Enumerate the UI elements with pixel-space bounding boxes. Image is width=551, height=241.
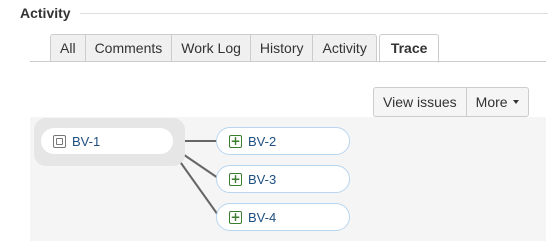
tab-comments[interactable]: Comments xyxy=(85,34,173,62)
trace-actions: View issues More xyxy=(373,87,529,117)
caret-down-icon xyxy=(512,100,519,105)
node-key: BV-2 xyxy=(248,133,277,149)
add-icon: + xyxy=(229,133,242,148)
section-divider xyxy=(80,13,548,14)
trace-node-root[interactable]: BV-1 xyxy=(41,128,173,154)
node-key: BV-3 xyxy=(248,171,277,187)
view-issues-button[interactable]: View issues xyxy=(373,87,467,117)
trace-node-child[interactable]: + BV-4 xyxy=(216,203,350,231)
view-issues-label: View issues xyxy=(383,94,457,110)
node-key: BV-4 xyxy=(248,209,277,225)
trace-node-child[interactable]: + BV-3 xyxy=(216,165,350,193)
tab-trace[interactable]: Trace xyxy=(378,34,440,63)
more-button[interactable]: More xyxy=(466,87,529,117)
tab-activity[interactable]: Activity xyxy=(313,34,377,62)
tabs-divider xyxy=(30,61,546,62)
tab-work-log[interactable]: Work Log xyxy=(172,34,251,62)
add-icon: + xyxy=(229,209,242,224)
tab-all[interactable]: All xyxy=(50,34,86,62)
trace-node-child[interactable]: + BV-2 xyxy=(216,127,350,155)
node-key: BV-1 xyxy=(72,133,101,149)
section-title: Activity xyxy=(20,5,71,21)
activity-tabs: All Comments Work Log History Activity T… xyxy=(50,34,440,63)
add-icon: + xyxy=(229,171,242,186)
story-icon xyxy=(53,134,66,148)
more-label: More xyxy=(475,94,508,110)
tab-history[interactable]: History xyxy=(250,34,314,62)
